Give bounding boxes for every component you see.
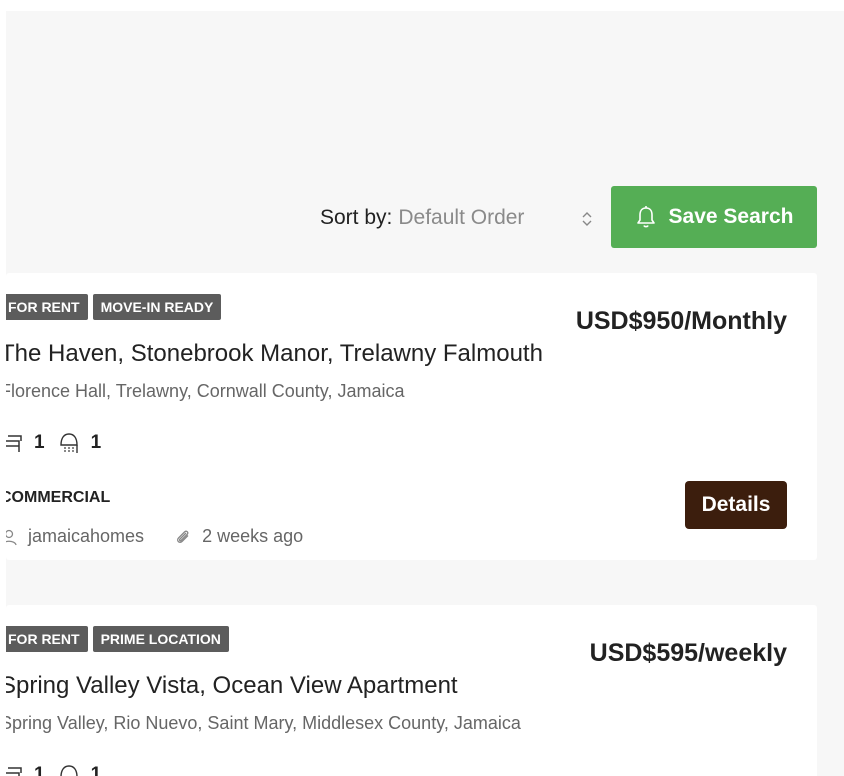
listing-card[interactable]: FOR RENT PRIME LOCATION USD$595/weekly S… [6,605,817,776]
bedrooms-feature: 1 [6,431,45,455]
bathrooms-count: 1 [90,764,102,776]
listing-card[interactable]: FOR RENT MOVE-IN READY USD$950/Monthly T… [6,273,817,560]
bedrooms-count: 1 [34,432,45,453]
sort-label: Sort by: [320,206,393,229]
shower-icon [59,765,78,776]
bed-icon [6,767,22,776]
bell-icon [636,206,655,228]
bedrooms-feature: 1 [6,763,45,776]
listing-badges: FOR RENT MOVE-IN READY [6,294,222,320]
save-search-label: Save Search [668,205,794,228]
bed-icon [6,435,22,452]
listing-price: USD$950/Monthly [575,307,787,335]
bathrooms-feature: 1 [57,431,102,455]
listing-features: 1 1 [6,431,101,455]
listings-panel: Sort by: Default Order Save Search FOR R… [6,11,844,776]
sort-chevron-icon[interactable] [580,210,594,228]
bathrooms-count: 1 [90,432,102,453]
posted-date: 2 weeks ago [202,526,304,546]
paperclip-icon [177,530,189,543]
listing-badges: FOR RENT PRIME LOCATION [6,626,229,652]
listing-title[interactable]: The Haven, Stonebrook Manor, Trelawny Fa… [6,340,543,368]
label-badge: PRIME LOCATION [92,626,229,652]
listing-address: Florence Hall, Trelawny, Cornwall County… [6,381,405,401]
sort-value[interactable]: Default Order [398,206,524,230]
listing-meta: jamaicahomes 2 weeks ago [6,526,303,547]
bathrooms-feature: 1 [57,763,102,776]
listing-title[interactable]: Spring Valley Vista, Ocean View Apartmen… [6,672,458,700]
status-badge: FOR RENT [6,294,88,320]
listing-address: Spring Valley, Rio Nuevo, Saint Mary, Mi… [6,713,521,733]
listing-price: USD$595/weekly [589,639,787,667]
save-search-button[interactable]: Save Search [611,186,817,248]
label-badge: MOVE-IN READY [92,294,222,320]
shower-icon [59,433,78,453]
listing-features: 1 1 [6,763,101,776]
status-badge: FOR RENT [6,626,88,652]
sort-control[interactable]: Sort by: Default Order [320,206,592,230]
details-button[interactable]: Details [685,481,787,529]
user-icon [6,529,17,545]
bedrooms-count: 1 [34,764,45,776]
agent-name[interactable]: jamaicahomes [28,526,144,547]
property-type: COMMERCIAL [6,489,111,506]
